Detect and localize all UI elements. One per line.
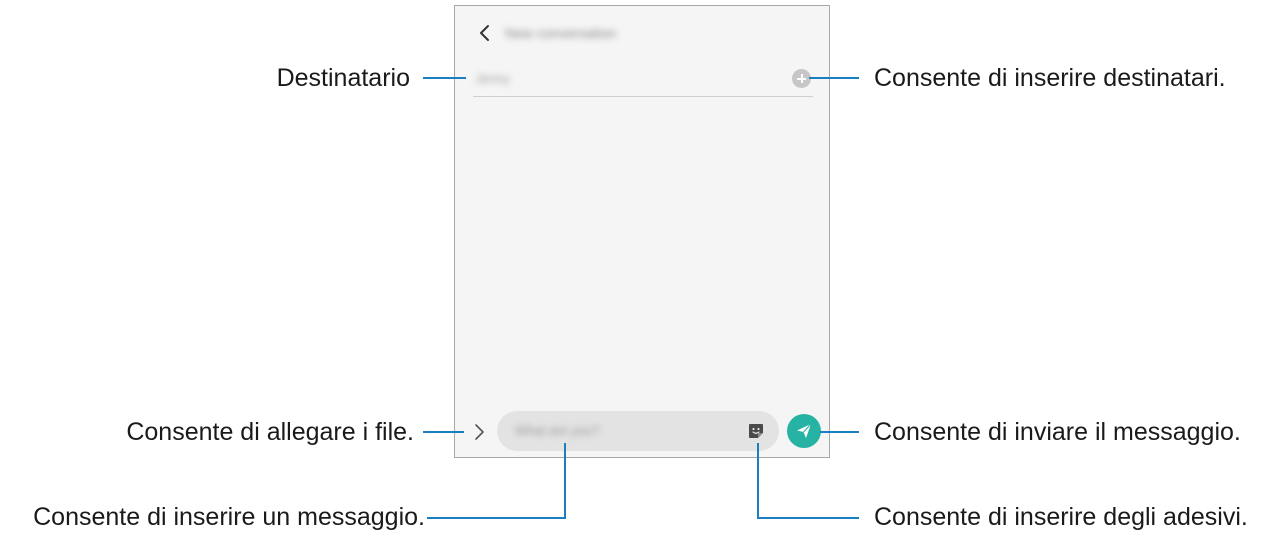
callout-send-message: Consente di inviare il messaggio. <box>874 418 1241 446</box>
callout-recipient: Destinatario <box>276 64 410 92</box>
callout-attach-files: Consente di allegare i file. <box>126 418 414 446</box>
callout-line-sticker <box>757 443 859 519</box>
callout-enter-stickers: Consente di inserire degli adesivi. <box>874 503 1248 531</box>
callout-enter-message: Consente di inserire un messaggio. <box>33 503 425 531</box>
callout-add-recipients: Consente di inserire destinatari. <box>874 64 1226 92</box>
callout-line-message <box>427 443 566 519</box>
